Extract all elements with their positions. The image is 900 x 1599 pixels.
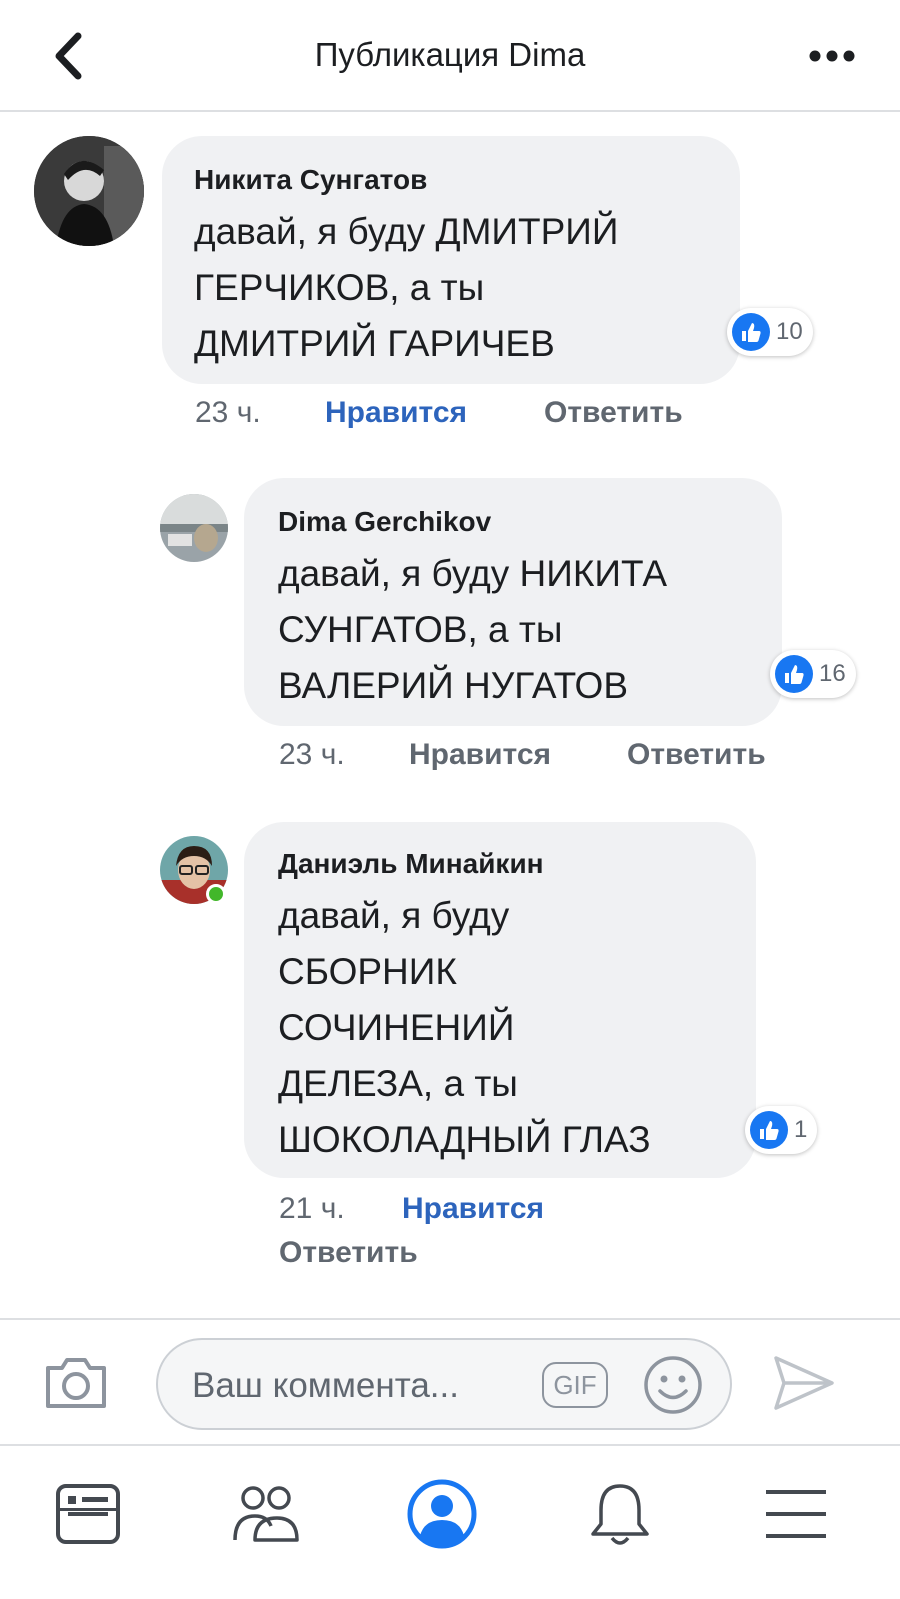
comment-composer: Ваш коммента... GIF bbox=[0, 1318, 900, 1446]
reaction-count-badge[interactable]: 10 bbox=[727, 308, 813, 356]
comment-text-line: давай, я буду НИКИТА bbox=[278, 553, 668, 594]
send-icon bbox=[774, 1356, 834, 1410]
send-button[interactable] bbox=[770, 1352, 838, 1414]
comment-text-line: давай, я буду ДМИТРИЙ bbox=[194, 211, 619, 252]
comment-text-line: ВАЛЕРИЙ НУГАТОВ bbox=[278, 665, 629, 706]
comment-time: 23 ч. bbox=[195, 396, 261, 429]
comment-time: 21 ч. bbox=[279, 1192, 345, 1225]
like-button[interactable]: Нравится bbox=[409, 738, 551, 772]
comment-text-line: ДМИТРИЙ ГАРИЧЕВ bbox=[194, 323, 555, 364]
emoji-button[interactable] bbox=[642, 1354, 704, 1416]
avatar-nikita[interactable] bbox=[34, 136, 144, 246]
comment-text-line: давай, я буду bbox=[278, 895, 510, 936]
profile-icon bbox=[407, 1479, 477, 1549]
more-options-button[interactable] bbox=[804, 30, 860, 82]
news-feed-icon bbox=[56, 1484, 120, 1544]
tab-friends[interactable] bbox=[226, 1474, 306, 1554]
reply-button[interactable]: Ответить bbox=[627, 738, 766, 772]
tab-notifications[interactable] bbox=[580, 1474, 660, 1554]
tab-news-feed[interactable] bbox=[48, 1474, 128, 1554]
comment-input[interactable]: Ваш коммента... GIF bbox=[156, 1338, 732, 1430]
notifications-icon bbox=[591, 1484, 649, 1545]
like-count: 1 bbox=[794, 1116, 808, 1143]
smiley-icon bbox=[644, 1356, 702, 1414]
like-reaction-icon bbox=[775, 655, 813, 693]
camera-icon bbox=[46, 1358, 106, 1408]
like-button[interactable]: Нравится bbox=[325, 396, 467, 430]
camera-button[interactable] bbox=[42, 1352, 110, 1412]
comment-input-placeholder: Ваш коммента... bbox=[192, 1366, 459, 1405]
friends-icon bbox=[233, 1486, 299, 1542]
reply-button[interactable]: Ответить bbox=[544, 396, 683, 430]
top-bar: Публикация Dima bbox=[0, 0, 900, 112]
more-dots-icon bbox=[809, 50, 855, 62]
like-button[interactable]: Нравится bbox=[402, 1192, 544, 1226]
comment-text-line: СУНГАТОВ, а ты bbox=[278, 609, 563, 650]
menu-icon bbox=[766, 1490, 826, 1538]
avatar-dima[interactable] bbox=[160, 494, 228, 562]
avatar-photo bbox=[160, 494, 228, 562]
like-count: 10 bbox=[776, 318, 803, 345]
comment-author[interactable]: Dima Gerchikov bbox=[278, 506, 491, 538]
comment-text-line: ШОКОЛАДНЫЙ ГЛАЗ bbox=[278, 1119, 651, 1160]
comment-author[interactable]: Даниэль Минайкин bbox=[278, 848, 544, 880]
bottom-tab-bar bbox=[0, 1448, 900, 1599]
reaction-count-badge[interactable]: 16 bbox=[770, 650, 856, 698]
avatar-photo bbox=[34, 136, 144, 246]
comment-author[interactable]: Никита Сунгатов bbox=[194, 164, 427, 196]
comment-text-line: СБОРНИК bbox=[278, 951, 457, 992]
comment-time: 23 ч. bbox=[279, 738, 345, 771]
tab-menu[interactable] bbox=[756, 1474, 836, 1554]
tab-profile[interactable] bbox=[402, 1474, 482, 1554]
like-reaction-icon bbox=[750, 1111, 788, 1149]
like-reaction-icon bbox=[732, 313, 770, 351]
comment-text-line: ДЕЛЕЗА, а ты bbox=[278, 1063, 518, 1104]
online-status-indicator bbox=[206, 884, 226, 904]
like-count: 16 bbox=[819, 660, 846, 687]
page-title: Публикация Dima bbox=[314, 36, 586, 73]
reaction-count-badge[interactable]: 1 bbox=[745, 1106, 818, 1154]
comment-text-line: ГЕРЧИКОВ, а ты bbox=[194, 267, 485, 308]
gif-button[interactable]: GIF bbox=[542, 1362, 608, 1408]
reply-button[interactable]: Ответить bbox=[279, 1236, 418, 1270]
comment-text-line: СОЧИНЕНИЙ bbox=[278, 1007, 515, 1048]
